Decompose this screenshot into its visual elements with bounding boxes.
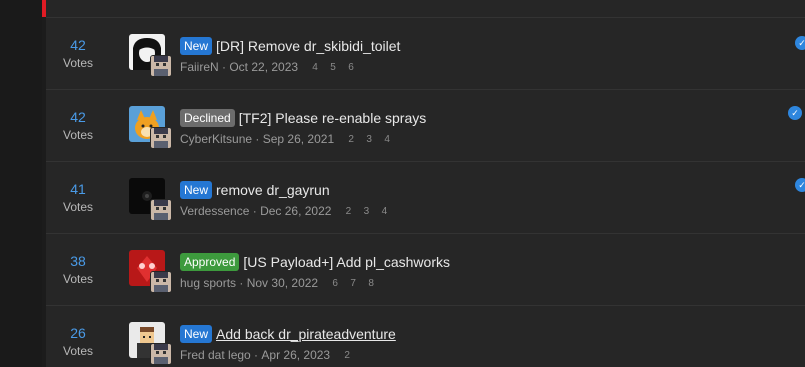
last-poster-avatar[interactable] — [150, 343, 172, 365]
meta-separator: · — [236, 276, 247, 290]
vote-count: 42 — [70, 109, 86, 125]
thread-row[interactable]: 38 Votes Approved [US Payload+] Add pl_c… — [46, 234, 805, 306]
vote-label: Votes — [62, 344, 94, 358]
status-badge[interactable]: Approved — [180, 253, 240, 271]
meta-separator: · — [218, 60, 230, 74]
last-poster-avatar[interactable] — [150, 199, 172, 221]
author-link[interactable]: FaiireN — [180, 60, 219, 74]
left-gutter — [0, 0, 42, 367]
author-link[interactable]: CyberKitsune — [180, 132, 252, 146]
thread-list: 42 Votes New [DR] Remove dr_skibidi_toil… — [46, 0, 805, 367]
vote-count: 38 — [70, 253, 86, 269]
page-link[interactable]: 3 — [362, 134, 376, 145]
thread-date[interactable]: Nov 30, 2022 — [247, 276, 318, 290]
page-links: 2 — [340, 350, 358, 361]
thumbs-up-icon[interactable]: ✓ — [788, 106, 802, 120]
thread-title-link[interactable]: remove dr_gayrun — [216, 182, 330, 198]
page-link[interactable]: 6 — [328, 278, 342, 289]
page-links: 2 3 4 — [341, 206, 395, 217]
page-link[interactable]: 7 — [346, 278, 360, 289]
page-link[interactable]: 2 — [340, 350, 354, 361]
vote-label: Votes — [62, 128, 94, 142]
page-link[interactable]: 6 — [344, 62, 358, 73]
page-link[interactable]: 4 — [377, 206, 391, 217]
author-link[interactable]: Fred dat lego — [180, 348, 251, 362]
thread-title-link[interactable]: [TF2] Please re-enable sprays — [239, 110, 427, 126]
thread-title-link[interactable]: Add back dr_pirateadventure — [216, 326, 396, 342]
meta-separator: · — [249, 204, 261, 218]
thread-row[interactable]: 26 Votes New Add back dr_pirateadventure… — [46, 306, 805, 367]
author-link[interactable]: Verdessence — [180, 204, 249, 218]
page-links: 6 7 8 — [328, 278, 382, 289]
page-link[interactable]: 2 — [344, 134, 358, 145]
page-link[interactable]: 2 — [341, 206, 355, 217]
page-link[interactable]: 8 — [364, 278, 378, 289]
thumbs-up-icon[interactable]: ✓ — [795, 178, 805, 192]
thread-date[interactable]: Apr 26, 2023 — [261, 348, 330, 362]
thread-row[interactable]: 41 Votes New remove dr_gayrun Verdessenc… — [46, 162, 805, 234]
page-link[interactable]: 5 — [326, 62, 340, 73]
status-badge[interactable]: New — [180, 37, 213, 55]
meta-separator: · — [250, 348, 262, 362]
thread-title-link[interactable]: [US Payload+] Add pl_cashworks — [243, 254, 450, 270]
page-link[interactable]: 4 — [308, 62, 322, 73]
vote-count: 42 — [70, 37, 86, 53]
thread-row[interactable]: 42 Votes Declined [TF2] Please re-enable… — [46, 90, 805, 162]
vote-count: 26 — [70, 325, 86, 341]
thumbs-up-icon[interactable]: ✓ — [795, 36, 805, 50]
author-link[interactable]: hug sports — [180, 276, 236, 290]
vote-label: Votes — [62, 56, 94, 70]
thread-date[interactable]: Sep 26, 2021 — [263, 132, 334, 146]
thread-date[interactable]: Oct 22, 2023 — [229, 60, 298, 74]
last-poster-avatar[interactable] — [150, 55, 172, 77]
status-badge[interactable]: New — [180, 325, 213, 343]
vote-label: Votes — [62, 200, 94, 214]
page-link[interactable]: 4 — [380, 134, 394, 145]
page-link[interactable]: 3 — [359, 206, 373, 217]
vote-label: Votes — [62, 272, 94, 286]
thread-date[interactable]: Dec 26, 2022 — [260, 204, 331, 218]
thread-title-link[interactable]: [DR] Remove dr_skibidi_toilet — [216, 38, 400, 54]
last-poster-avatar[interactable] — [150, 127, 172, 149]
last-poster-avatar[interactable] — [150, 271, 172, 293]
thread-row[interactable]: 42 Votes New [DR] Remove dr_skibidi_toil… — [46, 18, 805, 90]
status-badge[interactable]: Declined — [180, 109, 235, 127]
meta-separator: · — [252, 132, 263, 146]
page-links: 2 3 4 — [344, 134, 398, 145]
vote-count: 41 — [70, 181, 86, 197]
status-badge[interactable]: New — [180, 181, 213, 199]
page-links: 4 5 6 — [308, 62, 362, 73]
